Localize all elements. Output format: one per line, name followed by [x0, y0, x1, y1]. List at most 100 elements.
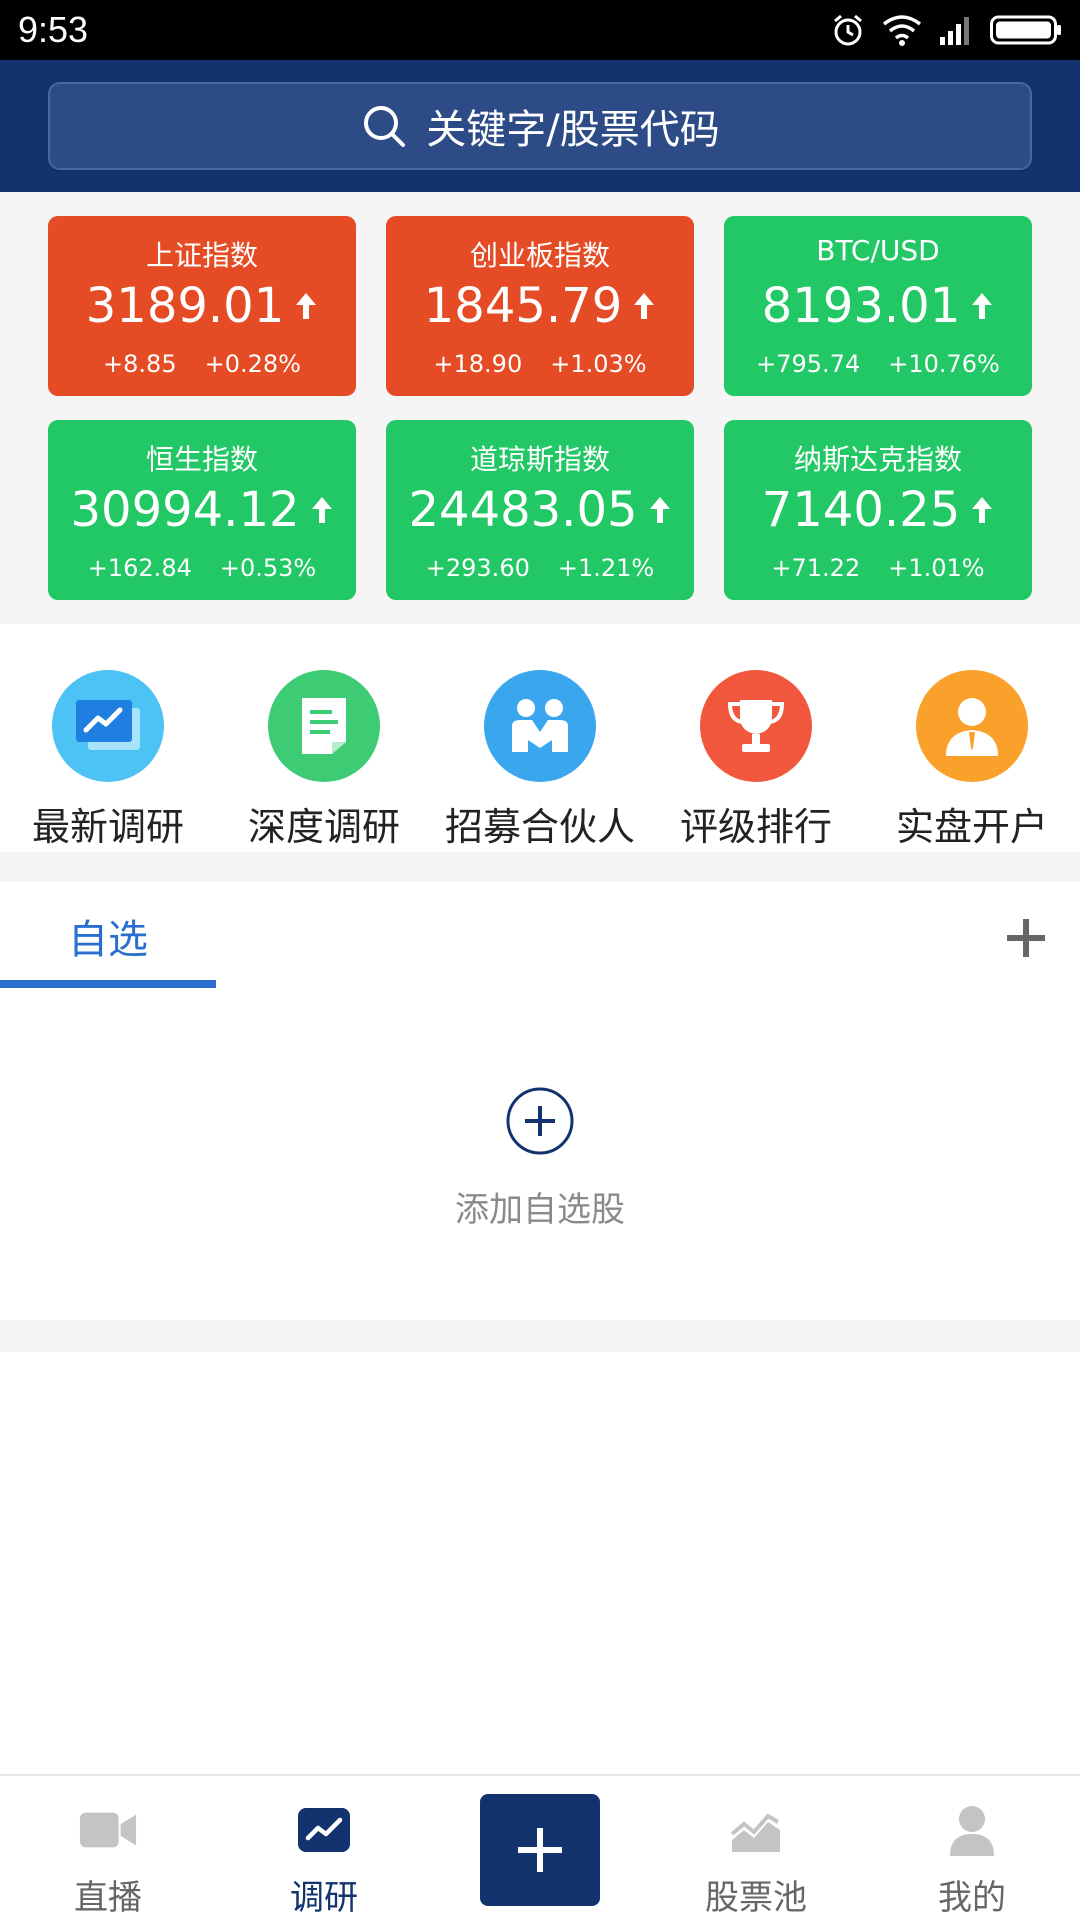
stock-pool-icon	[726, 1800, 786, 1860]
index-value: 7140.25	[724, 482, 1032, 538]
signal-icon	[940, 17, 969, 45]
index-value: 8193.01	[724, 278, 1032, 334]
index-change: +293.60	[425, 554, 530, 582]
index-card-chinext[interactable]: 创业板指数 1845.79 +18.90 +1.03%	[386, 216, 694, 396]
tab-watchlist[interactable]: 自选	[0, 882, 216, 990]
index-card-dowjones[interactable]: 道琼斯指数 24483.05 +293.60 +1.21%	[386, 420, 694, 600]
status-bar: 9:53	[0, 0, 1080, 60]
search-icon	[364, 106, 406, 147]
index-percent: +0.53%	[219, 554, 317, 582]
index-value-text: 7140.25	[761, 482, 961, 538]
feature-label: 评级排行	[679, 805, 832, 849]
index-value: 1845.79	[386, 278, 694, 334]
up-arrow-icon	[972, 293, 993, 319]
index-value-text: 30994.12	[70, 482, 300, 538]
wifi-icon	[882, 15, 922, 46]
index-card-nasdaq[interactable]: 纳斯达克指数 7140.25 +71.22 +1.01%	[724, 420, 1032, 600]
nav-add-button[interactable]	[480, 1794, 600, 1906]
index-value: 24483.05	[386, 482, 694, 538]
nav-mine[interactable]: 我的	[864, 1776, 1080, 1922]
feature-recruit-partners[interactable]: 招募合伙人	[432, 648, 648, 849]
index-change: +795.74	[756, 350, 861, 378]
status-icons	[830, 12, 1062, 48]
feature-shortcuts: 最新调研 深度调研 招募合伙人 评级排行 实盘开户	[0, 624, 1080, 852]
index-card-btc[interactable]: BTC/USD 8193.01 +795.74 +10.76%	[724, 216, 1032, 396]
alarm-icon	[834, 14, 862, 46]
index-value: 3189.01	[48, 278, 356, 334]
index-changes: +8.85 +0.28%	[48, 350, 356, 378]
section-divider	[0, 852, 1080, 882]
index-changes: +162.84 +0.53%	[48, 554, 356, 582]
index-changes: +795.74 +10.76%	[724, 350, 1032, 378]
add-stock-circle-icon[interactable]	[505, 1086, 575, 1156]
feature-rating-ranking[interactable]: 评级排行	[648, 648, 864, 849]
battery-icon	[990, 15, 1061, 45]
tab-active-indicator	[0, 980, 216, 988]
index-percent: +10.76%	[888, 350, 1000, 378]
video-icon	[78, 1800, 138, 1860]
user-icon	[942, 1800, 1002, 1860]
index-name: 纳斯达克指数	[793, 443, 962, 476]
feature-deep-research[interactable]: 深度调研	[216, 648, 432, 849]
person-icon	[916, 670, 1028, 782]
up-arrow-icon	[649, 497, 670, 523]
index-value-text: 8193.01	[761, 278, 961, 334]
search-input[interactable]: 关键字/股票代码	[48, 82, 1032, 170]
index-changes: +293.60 +1.21%	[386, 554, 694, 582]
index-percent: +1.21%	[557, 554, 655, 582]
trend-icon	[294, 1800, 354, 1860]
watchlist-empty-state: 添加自选股	[0, 990, 1080, 1320]
status-time: 9:53	[18, 9, 89, 50]
up-arrow-icon	[634, 293, 655, 319]
search-header: 关键字/股票代码	[0, 60, 1080, 192]
index-percent: +1.03%	[550, 350, 647, 378]
index-value-text: 1845.79	[423, 278, 623, 334]
index-changes: +71.22 +1.01%	[724, 554, 1032, 582]
feature-label: 招募合伙人	[444, 805, 635, 849]
index-value-text: 3189.01	[85, 278, 285, 334]
chart-monitor-icon	[52, 670, 164, 782]
feature-label: 最新调研	[31, 805, 184, 849]
index-cards: 上证指数 3189.01 +8.85 +0.28% 创业板指数 1845.79 …	[0, 192, 1080, 624]
add-icon[interactable]	[1004, 916, 1048, 960]
index-change: +71.22	[771, 554, 861, 582]
feature-latest-research[interactable]: 最新调研	[0, 648, 216, 849]
index-card-hangseng[interactable]: 恒生指数 30994.12 +162.84 +0.53%	[48, 420, 356, 600]
nav-live[interactable]: 直播	[0, 1776, 216, 1922]
document-icon	[268, 670, 380, 782]
plus-icon	[518, 1828, 562, 1872]
nav-label: 直播	[74, 1878, 142, 1918]
nav-label: 股票池	[705, 1878, 807, 1918]
feature-label: 深度调研	[247, 805, 400, 849]
index-changes: +18.90 +1.03%	[386, 350, 694, 378]
index-change: +8.85	[103, 350, 177, 378]
index-percent: +0.28%	[204, 350, 301, 378]
index-name: 道琼斯指数	[469, 443, 610, 476]
add-stock-text[interactable]: 添加自选股	[0, 1182, 1080, 1231]
index-value: 30994.12	[48, 482, 356, 538]
watchlist-tab-bar: 自选	[0, 882, 1080, 990]
search-placeholder: 关键字/股票代码	[426, 107, 720, 153]
feature-label: 实盘开户	[895, 805, 1048, 849]
up-arrow-icon	[311, 497, 332, 523]
nav-stock-pool[interactable]: 股票池	[648, 1776, 864, 1922]
index-name: 上证指数	[145, 239, 258, 272]
index-percent: +1.01%	[888, 554, 985, 582]
index-name: 恒生指数	[145, 443, 258, 476]
bottom-nav: 直播 调研 股票池 我的	[0, 1774, 1080, 1920]
trophy-icon	[700, 670, 812, 782]
up-arrow-icon	[296, 293, 317, 319]
partners-icon	[484, 670, 596, 782]
nav-label: 调研	[290, 1878, 358, 1918]
index-card-shanghai[interactable]: 上证指数 3189.01 +8.85 +0.28%	[48, 216, 356, 396]
index-name: 创业板指数	[469, 239, 610, 272]
nav-label: 我的	[938, 1878, 1006, 1918]
index-name: BTC/USD	[816, 234, 940, 267]
index-change: +18.90	[433, 350, 523, 378]
up-arrow-icon	[972, 497, 993, 523]
feature-open-account[interactable]: 实盘开户	[864, 648, 1080, 849]
nav-research[interactable]: 调研	[216, 1776, 432, 1922]
section-divider	[0, 1320, 1080, 1352]
index-change: +162.84	[87, 554, 192, 582]
index-value-text: 24483.05	[408, 482, 638, 538]
